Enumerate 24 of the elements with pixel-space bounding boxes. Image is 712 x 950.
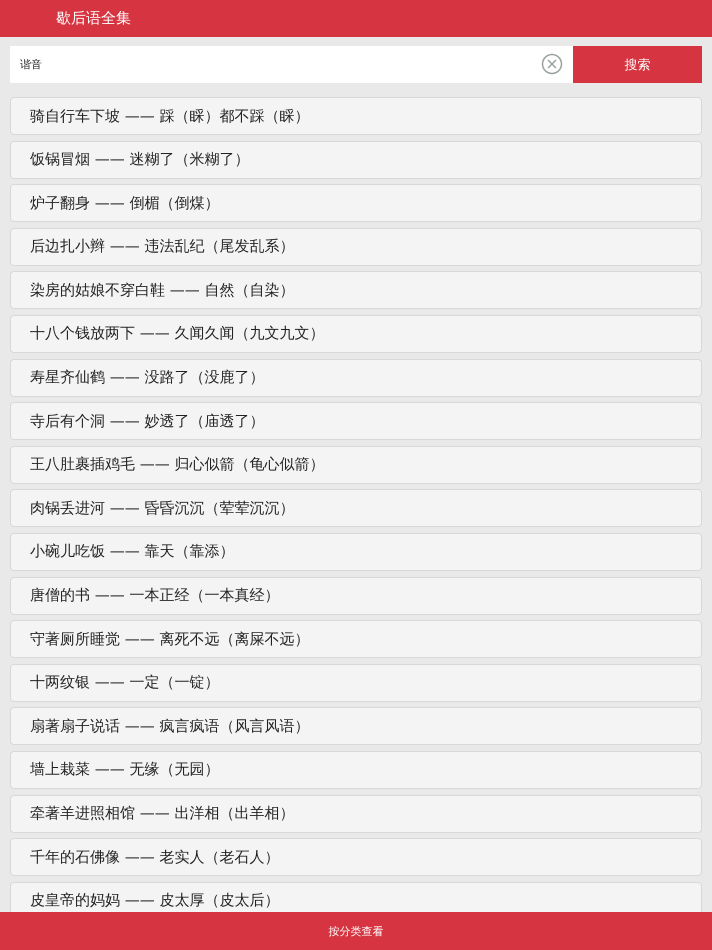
proverb-item[interactable]: 后边扎小辫 —— 违法乱纪（尾发乱系）	[10, 228, 702, 266]
proverb-item[interactable]: 十两纹银 —— 一定（一锭）	[10, 664, 702, 702]
proverb-item[interactable]: 饭锅冒烟 —— 迷糊了（米糊了）	[10, 140, 702, 179]
proverb-item[interactable]: 炉子翻身 —— 倒楣（倒煤）	[10, 184, 702, 222]
proverb-item[interactable]: 皮皇帝的妈妈 —— 皮太厚（皮太后）	[10, 882, 702, 912]
category-button[interactable]: 按分类查看	[0, 912, 712, 950]
proverb-item[interactable]: 墙上栽菜 —— 无缘（无园）	[10, 750, 702, 789]
clear-icon[interactable]	[541, 53, 563, 75]
proverb-item[interactable]: 寿星齐仙鹤 —— 没路了（没鹿了）	[10, 358, 702, 397]
proverb-item[interactable]: 寺后有个洞 —— 妙透了（庙透了）	[10, 402, 702, 440]
app-title: 歇后语全集	[56, 9, 131, 28]
proverb-item[interactable]: 肉锅丢进河 —— 昏昏沉沉（荤荤沉沉）	[10, 489, 702, 528]
proverb-item[interactable]: 扇著扇子说话 —— 疯言疯语（风言风语）	[10, 707, 702, 746]
search-field[interactable]: 谐音	[10, 46, 573, 83]
search-button[interactable]: 搜索	[573, 46, 702, 83]
proverb-item[interactable]: 染房的姑娘不穿白鞋 —— 自然（自染）	[10, 271, 702, 310]
proverb-item[interactable]: 千年的石佛像 —— 老实人（老石人）	[10, 838, 702, 876]
proverb-item[interactable]: 小碗儿吃饭 —— 靠天（靠添）	[10, 532, 702, 571]
proverb-item[interactable]: 牵著羊进照相馆 —— 出洋相（出羊相）	[10, 794, 702, 832]
proverb-item[interactable]: 守著厕所睡觉 —— 离死不远（离屎不远）	[10, 620, 702, 658]
proverb-item[interactable]: 唐僧的书 —— 一本正经（一本真经）	[10, 576, 702, 615]
proverb-item[interactable]: 王八肚裹插鸡毛 —— 归心似箭（龟心似箭）	[10, 446, 702, 484]
proverb-item[interactable]: 骑自行车下坡 —— 踩（睬）都不踩（睬）	[10, 97, 702, 135]
proverb-item[interactable]: 十八个钱放两下 —— 久闻久闻（九文九文）	[10, 314, 702, 353]
